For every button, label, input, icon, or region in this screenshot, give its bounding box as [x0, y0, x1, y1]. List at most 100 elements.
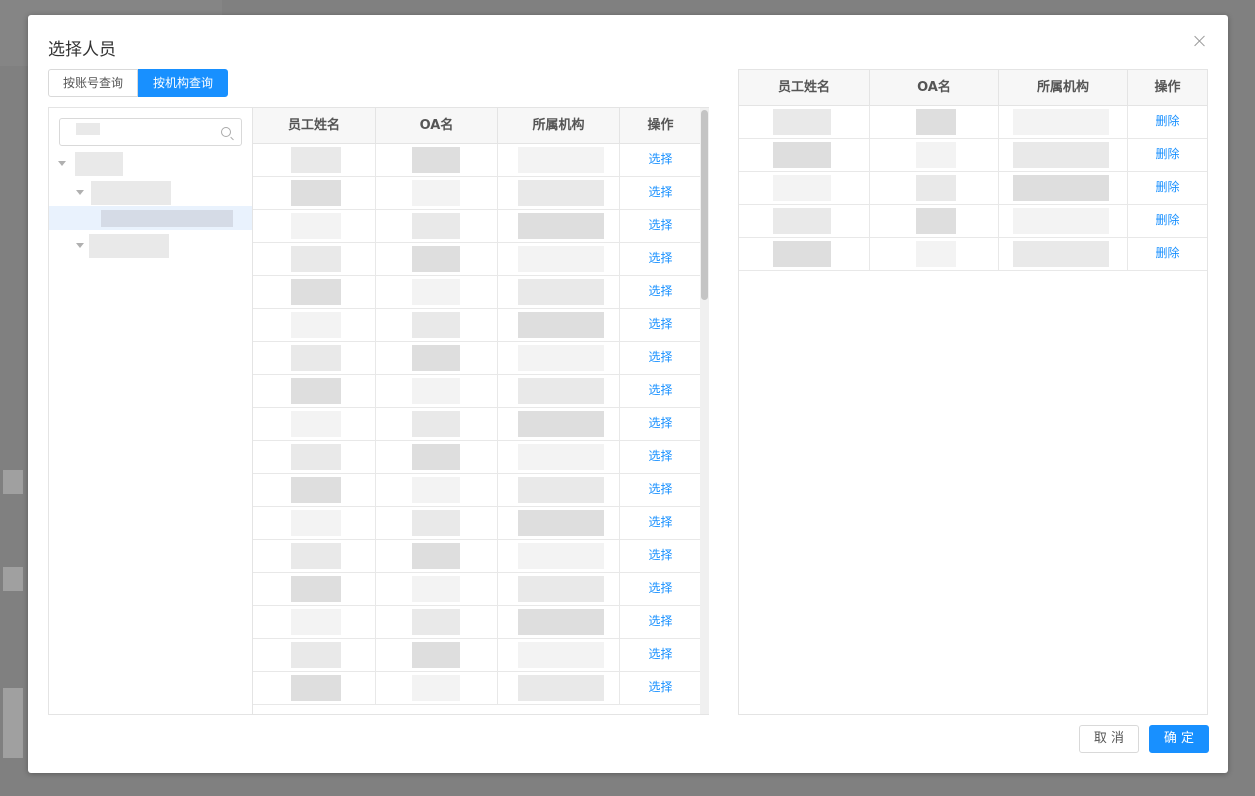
- cell-name: [253, 408, 376, 440]
- select-link[interactable]: 选择: [620, 177, 701, 209]
- cell-org: [498, 243, 620, 275]
- redacted-text: [518, 312, 604, 338]
- select-link[interactable]: 选择: [620, 441, 701, 473]
- redacted-text: [412, 609, 460, 635]
- cell-org: [498, 177, 620, 209]
- cell-org: [999, 139, 1128, 171]
- redacted-text: [773, 175, 831, 201]
- table-row: 选择: [253, 276, 701, 309]
- select-link[interactable]: 选择: [620, 408, 701, 440]
- caret-down-icon[interactable]: [58, 161, 66, 166]
- col-header-oa: OA名: [376, 108, 498, 144]
- select-link[interactable]: 选择: [620, 375, 701, 407]
- caret-down-icon[interactable]: [76, 243, 84, 248]
- select-link[interactable]: 选择: [620, 606, 701, 638]
- table-row: 选择: [253, 573, 701, 606]
- table-row: 选择: [253, 342, 701, 375]
- delete-link[interactable]: 删除: [1128, 106, 1207, 138]
- table-row: 删除: [739, 238, 1207, 271]
- delete-link[interactable]: 删除: [1128, 238, 1207, 270]
- redacted-text: [412, 675, 460, 701]
- select-link[interactable]: 选择: [620, 639, 701, 671]
- cell-oa: [376, 672, 498, 704]
- cell-oa: [376, 144, 498, 176]
- tree-node-label: [89, 234, 169, 258]
- select-link[interactable]: 选择: [620, 144, 701, 176]
- col-header-action: 操作: [620, 108, 701, 144]
- close-icon[interactable]: [1192, 33, 1208, 49]
- cell-org: [999, 106, 1128, 138]
- cell-org: [498, 573, 620, 605]
- confirm-button[interactable]: 确 定: [1149, 725, 1209, 753]
- cell-name: [253, 276, 376, 308]
- redacted-text: [773, 142, 831, 168]
- select-link[interactable]: 选择: [620, 309, 701, 341]
- redacted-text: [1013, 109, 1109, 135]
- redacted-text: [518, 147, 604, 173]
- tree-node-child[interactable]: [49, 234, 252, 258]
- left-panel: 员工姓名 OA名 所属机构 操作 选择 选择 选择 选择 选择 选择 选择 选择 选择 选择 选择选…: [48, 107, 709, 715]
- redacted-text: [412, 444, 460, 470]
- redacted-text: [412, 411, 460, 437]
- tab-by-organization[interactable]: 按机构查询: [138, 69, 229, 97]
- scrollbar-thumb[interactable]: [701, 110, 708, 300]
- org-search-box: [59, 118, 242, 146]
- redacted-text: [291, 345, 341, 371]
- redacted-text: [291, 378, 341, 404]
- tree-node-label: [101, 210, 233, 227]
- redacted-text: [1013, 208, 1109, 234]
- redacted-text: [291, 279, 341, 305]
- delete-link[interactable]: 删除: [1128, 139, 1207, 171]
- redacted-text: [291, 642, 341, 668]
- redacted-text: [916, 109, 956, 135]
- cell-org: [498, 639, 620, 671]
- redacted-text: [916, 241, 956, 267]
- cell-org: [498, 144, 620, 176]
- delete-link[interactable]: 删除: [1128, 205, 1207, 237]
- delete-link[interactable]: 删除: [1128, 172, 1207, 204]
- selected-people-panel: 员工姓名 OA名 所属机构 操作 删除 删除 删除 删除 删除: [738, 69, 1208, 715]
- redacted-text: [412, 576, 460, 602]
- select-link[interactable]: 选择: [620, 474, 701, 506]
- redacted-text: [518, 213, 604, 239]
- select-link[interactable]: 选择: [620, 276, 701, 308]
- col-header-org: 所属机构: [498, 108, 620, 144]
- table-scrollbar[interactable]: [700, 108, 709, 714]
- select-link[interactable]: 选择: [620, 507, 701, 539]
- col-header-name: 员工姓名: [253, 108, 376, 144]
- cell-org: [498, 441, 620, 473]
- cell-name: [253, 441, 376, 473]
- redacted-text: [518, 510, 604, 536]
- redacted-text: [518, 609, 604, 635]
- select-link[interactable]: 选择: [620, 540, 701, 572]
- table-row: 删除: [739, 172, 1207, 205]
- redacted-text: [291, 477, 341, 503]
- select-link[interactable]: 选择: [620, 573, 701, 605]
- cell-org: [498, 672, 620, 704]
- employee-table: 员工姓名 OA名 所属机构 操作 选择 选择 选择 选择 选择 选择 选择 选择 选择 选择 选择选…: [253, 108, 701, 714]
- redacted-text: [518, 411, 604, 437]
- redacted-text: [291, 246, 341, 272]
- tree-node-root[interactable]: [49, 152, 252, 176]
- select-link[interactable]: 选择: [620, 342, 701, 374]
- cell-oa: [870, 139, 999, 171]
- caret-down-icon[interactable]: [76, 190, 84, 195]
- tab-by-account[interactable]: 按账号查询: [48, 69, 139, 97]
- search-icon[interactable]: [221, 127, 231, 137]
- cell-org: [999, 238, 1128, 270]
- select-link[interactable]: 选择: [620, 672, 701, 704]
- redacted-text: [412, 510, 460, 536]
- tree-node-selected[interactable]: [49, 206, 252, 230]
- redacted-text: [518, 345, 604, 371]
- cancel-button[interactable]: 取 消: [1079, 725, 1139, 753]
- cell-name: [253, 573, 376, 605]
- cell-oa: [870, 205, 999, 237]
- cell-oa: [376, 573, 498, 605]
- tree-node-child[interactable]: [49, 181, 252, 205]
- select-link[interactable]: 选择: [620, 210, 701, 242]
- cell-oa: [376, 606, 498, 638]
- tree-node-label: [75, 152, 123, 176]
- redacted-text: [412, 477, 460, 503]
- cell-org: [498, 210, 620, 242]
- select-link[interactable]: 选择: [620, 243, 701, 275]
